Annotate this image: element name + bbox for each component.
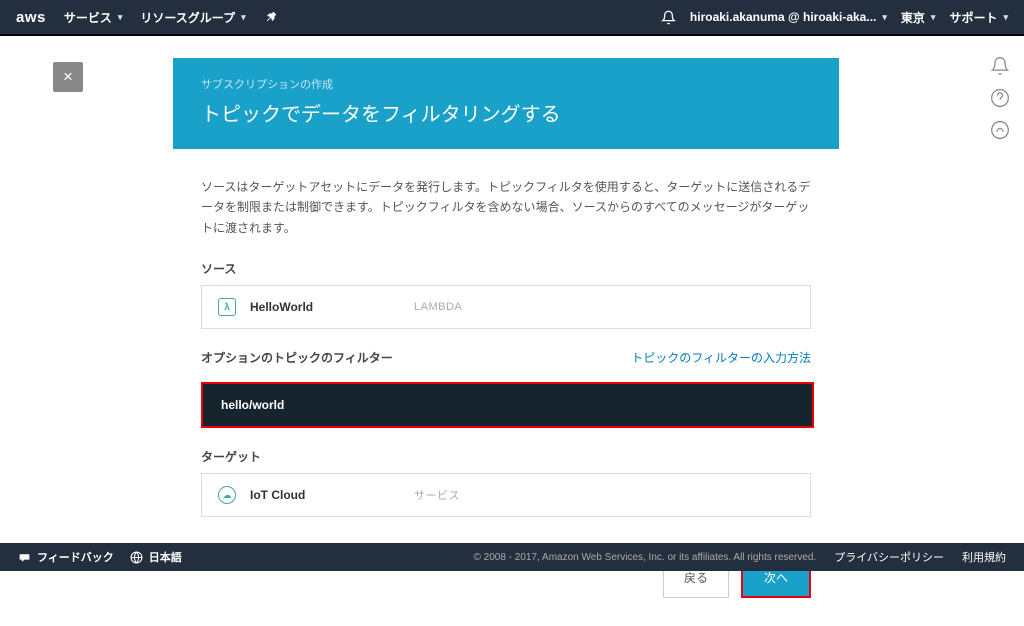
iot-cloud-icon: ☁ (218, 486, 236, 504)
caret-icon: ▾ (931, 12, 936, 23)
filter-highlight (201, 382, 814, 428)
source-box: λ HelloWorld LAMBDA (201, 285, 811, 329)
filter-label: オプションのトピックのフィルター (201, 349, 393, 366)
target-label: ターゲット (201, 448, 811, 465)
rail-activity-icon[interactable] (990, 120, 1010, 140)
source-label: ソース (201, 260, 811, 277)
source-type: LAMBDA (414, 301, 462, 313)
aws-logo[interactable]: aws (16, 9, 46, 26)
nav-notifications[interactable] (661, 10, 676, 25)
feedback-link[interactable]: フィードバック (18, 549, 114, 565)
close-button[interactable]: × (53, 62, 83, 92)
description-text: ソースはターゲットアセットにデータを発行します。トピックフィルタを使用すると、タ… (201, 177, 811, 238)
footer-left: フィードバック 日本語 (18, 549, 182, 565)
nav-pin[interactable] (264, 10, 278, 24)
caret-icon: ▾ (118, 12, 123, 23)
caret-icon: ▾ (241, 12, 246, 23)
nav-support[interactable]: サポート ▾ (949, 9, 1008, 26)
topic-filter-input[interactable] (203, 384, 812, 426)
rail-help-icon[interactable] (990, 88, 1010, 108)
nav-rg-label: リソースグループ (140, 9, 235, 26)
terms-link[interactable]: 利用規約 (962, 549, 1006, 565)
filter-help-link[interactable]: トピックのフィルターの入力方法 (631, 349, 811, 366)
speech-icon (18, 551, 31, 564)
nav-services[interactable]: サービス ▾ (64, 9, 123, 26)
globe-icon (130, 551, 143, 564)
nav-support-label: サポート (949, 9, 997, 26)
card-subtitle: サブスクリプションの作成 (201, 76, 811, 92)
nav-services-label: サービス (64, 9, 112, 26)
footer: フィードバック 日本語 © 2008 - 2017, Amazon Web Se… (0, 543, 1024, 571)
card-header: サブスクリプションの作成 トピックでデータをフィルタリングする (173, 58, 839, 149)
lambda-icon: λ (218, 298, 236, 316)
caret-icon: ▾ (1003, 12, 1008, 23)
language-link[interactable]: 日本語 (130, 549, 182, 565)
nav-border (0, 34, 1024, 36)
nav-region[interactable]: 東京 ▾ (901, 9, 936, 26)
target-type: サービス (414, 487, 460, 503)
caret-icon: ▾ (882, 12, 887, 23)
subscription-card: サブスクリプションの作成 トピックでデータをフィルタリングする ソースはターゲッ… (173, 58, 839, 626)
copyright: © 2008 - 2017, Amazon Web Services, Inc.… (474, 552, 817, 563)
nav-region-label: 東京 (901, 9, 925, 26)
rail-bell-icon[interactable] (990, 56, 1010, 76)
filter-label-row: オプションのトピックのフィルター トピックのフィルターの入力方法 (201, 349, 811, 374)
filter-container (201, 382, 811, 428)
language-label: 日本語 (149, 549, 182, 565)
nav-resource-groups[interactable]: リソースグループ ▾ (140, 9, 245, 26)
nav-account-label: hiroaki.akanuma @ hiroaki-aka... (690, 10, 876, 24)
nav-account[interactable]: hiroaki.akanuma @ hiroaki-aka... ▾ (690, 10, 887, 24)
privacy-link[interactable]: プライバシーポリシー (834, 549, 944, 565)
top-nav: aws サービス ▾ リソースグループ ▾ hiroaki.akanuma @ hi… (0, 0, 1024, 34)
nav-left: aws サービス ▾ リソースグループ ▾ (16, 9, 278, 26)
source-name: HelloWorld (250, 300, 400, 314)
target-name: IoT Cloud (250, 488, 400, 502)
pin-icon (264, 10, 278, 24)
bell-icon (661, 10, 676, 25)
feedback-label: フィードバック (37, 549, 114, 565)
card-title: トピックでデータをフィルタリングする (201, 98, 811, 127)
target-box: ☁ IoT Cloud サービス (201, 473, 811, 517)
footer-right: © 2008 - 2017, Amazon Web Services, Inc.… (474, 549, 1007, 565)
nav-right: hiroaki.akanuma @ hiroaki-aka... ▾ 東京 ▾ サポ… (661, 9, 1008, 26)
right-rail-icons (990, 56, 1010, 140)
